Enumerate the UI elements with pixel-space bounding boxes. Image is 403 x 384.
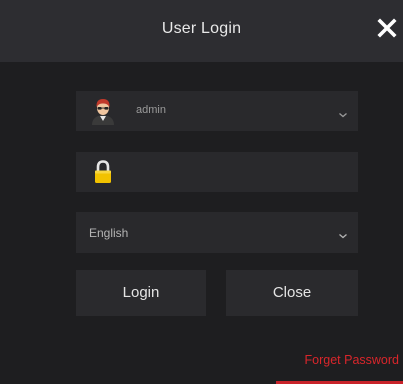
login-button[interactable]: Login <box>76 270 206 316</box>
language-select[interactable]: English <box>76 212 358 253</box>
chevron-down-icon[interactable] <box>338 106 348 118</box>
language-value: English <box>89 226 129 240</box>
chevron-down-icon[interactable] <box>338 227 348 239</box>
password-input[interactable] <box>76 152 358 192</box>
forgot-password-link[interactable]: Forget Password <box>305 353 399 367</box>
user-avatar-icon <box>90 97 116 125</box>
dialog-title: User Login <box>161 20 242 37</box>
lock-icon <box>90 158 116 186</box>
close-button[interactable]: Close <box>226 270 358 316</box>
username-select[interactable]: admin <box>76 91 358 131</box>
close-icon[interactable] <box>377 16 397 40</box>
dialog-titlebar: User Login <box>0 0 403 62</box>
login-dialog: User Login admin English Login Close For… <box>0 0 403 384</box>
username-value: admin <box>136 104 166 116</box>
